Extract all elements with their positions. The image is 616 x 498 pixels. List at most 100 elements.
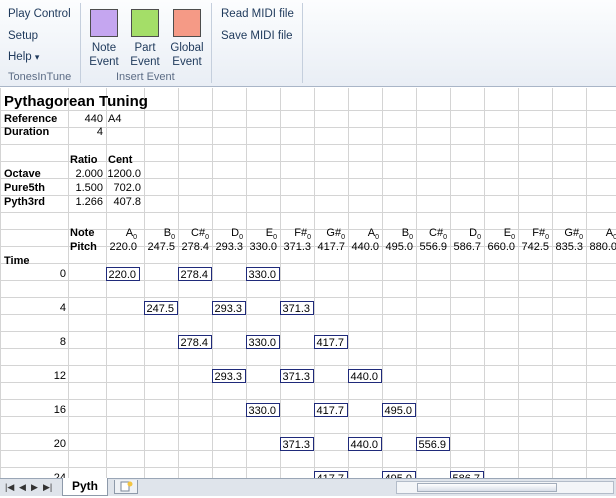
grid-row-line [0,263,616,264]
interval-name[interactable]: Pyth3rd [4,196,45,209]
note-pitch-cell[interactable]: 660.0 [484,241,515,254]
grid-row-line [0,331,616,332]
note-pitch-cell[interactable]: 330.0 [246,241,277,254]
note-event-box[interactable]: 371.3 [280,301,314,315]
grid-row-line [0,212,616,213]
note-event-box[interactable]: 556.9 [416,437,450,451]
note-base: D [469,227,478,239]
interval-ratio[interactable]: 1.266 [68,196,103,209]
note-event-box[interactable]: 330.0 [246,335,280,349]
note-pitch-cell[interactable]: 247.5 [144,241,175,254]
horizontal-scrollbar[interactable] [396,481,614,494]
save-midi-button[interactable]: Save MIDI file [221,30,293,42]
note-event-box[interactable]: 586.7 [450,471,484,478]
ribbon: Play Control Setup Help ▾ TonesInTune No… [0,0,616,87]
grid-column-line [518,88,519,478]
grid-column-line [314,88,315,478]
duration-value[interactable]: 4 [68,126,103,139]
new-sheet-icon [120,481,133,492]
note-event-box[interactable]: 293.3 [212,369,246,383]
grid-column-line [280,88,281,478]
note-pitch-cell[interactable]: 417.7 [314,241,345,254]
read-midi-button[interactable]: Read MIDI file [221,8,294,20]
global-event-line2: Event [172,56,202,68]
note-pitch-cell[interactable]: 880.0 [586,241,616,254]
note-pitch-cell[interactable]: 556.9 [416,241,447,254]
help-button[interactable]: Help ▾ [8,51,39,63]
note-pitch-cell[interactable]: 495.0 [382,241,413,254]
note-event-box[interactable]: 417.7 [314,471,348,478]
ribbon-divider [211,3,212,83]
note-event-box[interactable]: 330.0 [246,403,280,417]
time-cell[interactable]: 8 [0,336,66,349]
grid-column-line [212,88,213,478]
time-cell[interactable]: 12 [0,370,66,383]
play-control-button[interactable]: Play Control [8,8,71,20]
scrollbar-thumb[interactable] [417,483,557,492]
last-sheet-icon[interactable]: ▶| [43,482,52,493]
grid-row-line [0,280,616,281]
note-base: F# [294,227,308,239]
note-event-box[interactable]: 247.5 [144,301,178,315]
duration-label: Duration [4,126,50,138]
time-cell[interactable]: 0 [0,268,66,281]
note-event-box[interactable]: 495.0 [382,471,416,478]
grid-column-line [0,88,1,478]
grid-row-line [0,467,616,468]
time-cell[interactable]: 16 [0,404,66,417]
time-cell[interactable]: 4 [0,302,66,315]
note-event-swatch-icon [90,9,118,37]
insert-sheet-icon[interactable] [114,480,138,494]
note-event-box[interactable]: 440.0 [348,369,382,383]
note-event-box[interactable]: 220.0 [106,267,140,281]
note-event-box[interactable]: 440.0 [348,437,382,451]
grid-row-line [0,297,616,298]
grid-row-line [0,416,616,417]
group-label-insert-event: Insert Event [116,71,175,83]
note-event-box[interactable]: 495.0 [382,403,416,417]
sheet-tab-pyth[interactable]: Pyth [62,478,108,496]
interval-cent[interactable]: 1200.0 [106,168,141,181]
interval-ratio[interactable]: 2.000 [68,168,103,181]
grid-column-line [106,88,107,478]
note-event-box[interactable]: 371.3 [280,437,314,451]
note-pitch-cell[interactable]: 835.3 [552,241,583,254]
note-event-box[interactable]: 417.7 [314,403,348,417]
note-event-box[interactable]: 278.4 [178,267,212,281]
grid-row-line [0,110,616,111]
grid-column-line [552,88,553,478]
sheet-title: Pythagorean Tuning [4,93,148,110]
sheet-tab-bar: |◀ ◀ ▶ ▶| Pyth [0,478,616,496]
note-pitch-cell[interactable]: 440.0 [348,241,379,254]
next-sheet-icon[interactable]: ▶ [31,482,38,493]
setup-button[interactable]: Setup [8,30,38,42]
reference-value[interactable]: 440 [68,113,103,126]
prev-sheet-icon[interactable]: ◀ [19,482,26,493]
interval-cent[interactable]: 702.0 [106,182,141,195]
cent-header: Cent [108,154,133,166]
note-pitch-cell[interactable]: 742.5 [518,241,549,254]
interval-name[interactable]: Pure5th [4,182,45,195]
note-event-box[interactable]: 278.4 [178,335,212,349]
note-base: B [401,227,410,239]
reference-note[interactable]: A4 [108,113,121,126]
global-event-swatch-icon [173,9,201,37]
interval-cent[interactable]: 407.8 [106,196,141,209]
note-pitch-cell[interactable]: 220.0 [106,241,137,254]
group-label-tonesintune: TonesInTune [8,71,72,83]
note-pitch-cell[interactable]: 293.3 [212,241,243,254]
note-event-box[interactable]: 371.3 [280,369,314,383]
note-event-box[interactable]: 417.7 [314,335,348,349]
note-pitch-cell[interactable]: 371.3 [280,241,311,254]
part-event-swatch-icon [131,9,159,37]
time-cell[interactable]: 20 [0,438,66,451]
worksheet-grid[interactable]: Pythagorean Tuning Reference 440 A4 Dura… [0,88,616,478]
note-event-box[interactable]: 330.0 [246,267,280,281]
interval-name[interactable]: Octave [4,168,41,181]
note-event-box[interactable]: 293.3 [212,301,246,315]
first-sheet-icon[interactable]: |◀ [5,482,14,493]
interval-ratio[interactable]: 1.500 [68,182,103,195]
note-pitch-cell[interactable]: 586.7 [450,241,481,254]
note-pitch-cell[interactable]: 278.4 [178,241,209,254]
note-base: E [265,227,274,239]
